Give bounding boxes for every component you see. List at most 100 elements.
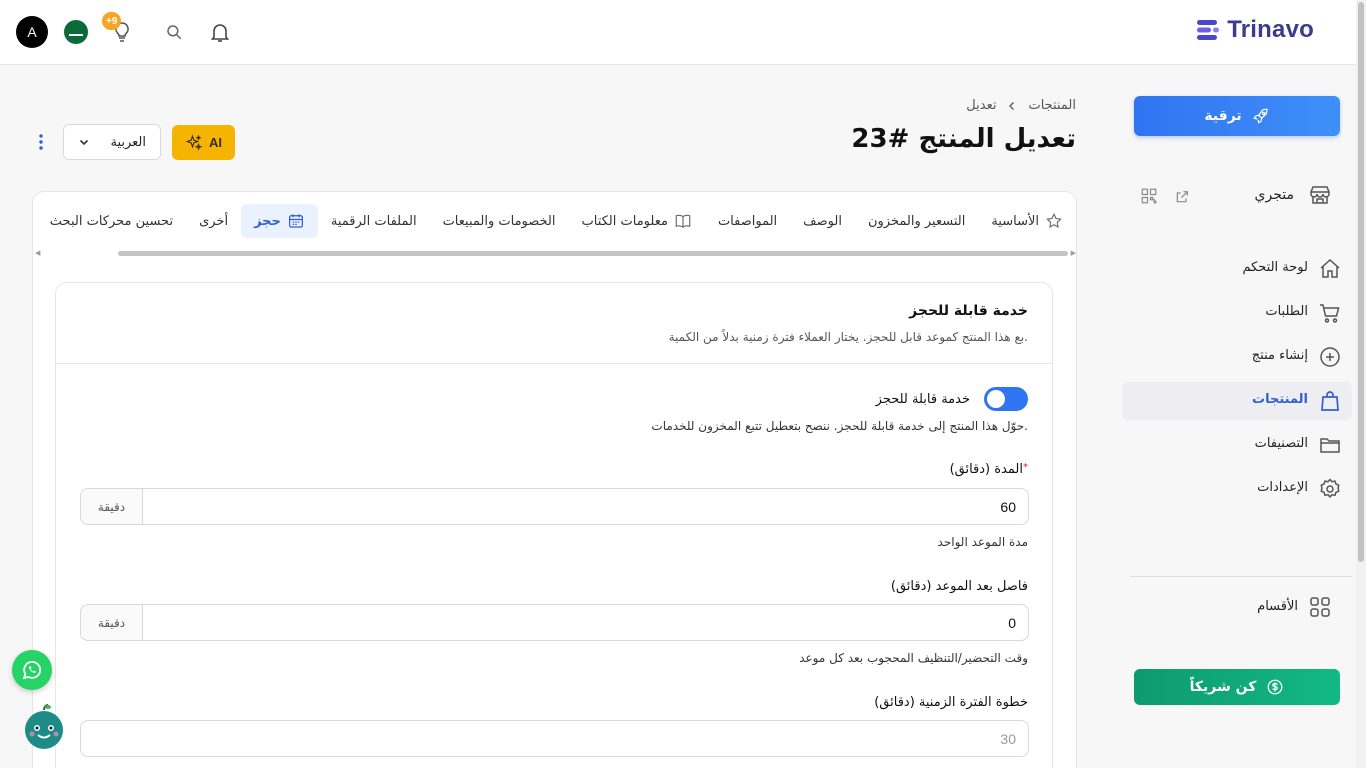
sidebar-item-create-product[interactable]: إنشاء منتج bbox=[1122, 338, 1352, 376]
required-mark: * bbox=[1023, 462, 1028, 473]
buffer-value: 0 bbox=[1008, 615, 1016, 631]
duration-input[interactable]: 60 دقيقة bbox=[80, 488, 1029, 525]
upgrade-button[interactable]: ترقية bbox=[1134, 96, 1340, 136]
scroll-right-icon[interactable]: ▶ bbox=[1071, 249, 1076, 257]
sidebar-divider bbox=[1130, 576, 1352, 577]
breadcrumb: المنتجات تعديل bbox=[966, 98, 1076, 113]
breadcrumb-products[interactable]: المنتجات bbox=[1028, 98, 1076, 113]
assistant-mascot-icon[interactable] bbox=[22, 704, 66, 750]
ai-label: AI bbox=[209, 135, 222, 150]
sidebar-item-label: إنشاء منتج bbox=[1251, 348, 1308, 363]
sidebar-item-products[interactable]: المنتجات bbox=[1122, 382, 1352, 420]
tab-book-info[interactable]: معلومات الكتاب bbox=[569, 204, 705, 238]
tab-label: الأساسية bbox=[991, 213, 1039, 229]
dollar-icon bbox=[1267, 679, 1283, 695]
sidebar-item-sections[interactable]: الأقسام bbox=[1122, 589, 1352, 625]
external-link-icon[interactable] bbox=[1174, 189, 1190, 205]
star-icon bbox=[1046, 212, 1062, 228]
store-icon bbox=[1310, 186, 1330, 204]
slot-step-placeholder: 30 bbox=[1000, 731, 1016, 747]
tab-basic[interactable]: الأساسية bbox=[978, 204, 1076, 238]
my-store-label: متجري bbox=[1254, 187, 1294, 203]
sidebar-item-label: الإعدادات bbox=[1257, 480, 1308, 495]
language-value: العربية bbox=[110, 134, 146, 150]
cart-icon bbox=[1320, 304, 1340, 323]
top-bar: Trinavo A +9 bbox=[0, 0, 1356, 65]
gear-icon bbox=[1320, 478, 1340, 499]
language-select[interactable]: العربية bbox=[63, 124, 161, 160]
ai-button[interactable]: AI bbox=[172, 125, 235, 160]
sidebar-item-categories[interactable]: التصنيفات bbox=[1122, 426, 1352, 464]
slot-step-label: خطوة الفترة الزمنية (دقائق) bbox=[874, 695, 1028, 710]
toggle-help-text: حوّل هذا المنتج إلى خدمة قابلة للحجز. نن… bbox=[651, 419, 1028, 433]
tab-label: حجز bbox=[254, 213, 281, 229]
tab-description[interactable]: الوصف bbox=[790, 204, 855, 238]
buffer-label: فاصل بعد الموعد (دقائق) bbox=[890, 579, 1028, 594]
duration-label-text: المدة (دقائق) bbox=[949, 462, 1023, 477]
sidebar-item-label: الأقسام bbox=[1257, 599, 1298, 614]
tab-label: الوصف bbox=[803, 213, 842, 229]
trinavo-logo-icon bbox=[1197, 20, 1220, 40]
buffer-help: وقت التحضير/التنظيف المحجوب بعد كل موعد bbox=[799, 651, 1028, 665]
buffer-unit: دقيقة bbox=[81, 605, 143, 640]
bookable-toggle[interactable] bbox=[984, 387, 1028, 411]
folder-icon bbox=[1320, 438, 1340, 453]
brand-logo[interactable]: Trinavo bbox=[1195, 16, 1314, 44]
tab-discounts-sales[interactable]: الخصومات والمبيعات bbox=[430, 204, 569, 238]
rocket-icon bbox=[1252, 108, 1268, 124]
bag-icon bbox=[1321, 391, 1339, 411]
tabs-scrollbar[interactable]: ◀ ▶ bbox=[33, 248, 1076, 258]
tab-digital-files[interactable]: الملفات الرقمية bbox=[318, 204, 430, 238]
bookable-toggle-row: خدمة قابلة للحجز bbox=[876, 387, 1028, 411]
search-icon[interactable] bbox=[165, 23, 183, 41]
sidebar-item-dashboard[interactable]: لوحة التحكم bbox=[1122, 250, 1352, 288]
tab-pricing-inventory[interactable]: التسعير والمخزون bbox=[855, 204, 978, 238]
duration-help: مدة الموعد الواحد bbox=[937, 535, 1028, 549]
breadcrumb-edit: تعديل bbox=[966, 98, 997, 113]
duration-unit: دقيقة bbox=[81, 489, 143, 524]
brand-name: Trinavo bbox=[1227, 16, 1314, 43]
grid-icon bbox=[1310, 597, 1330, 617]
whatsapp-button[interactable] bbox=[12, 650, 52, 690]
product-tabs: الأساسية التسعير والمخزون الوصف المواصفا… bbox=[37, 192, 1076, 250]
sparkles-icon bbox=[185, 134, 203, 151]
user-avatar[interactable]: A bbox=[16, 16, 48, 48]
bell-icon[interactable] bbox=[208, 20, 232, 44]
section-title: خدمة قابلة للحجز bbox=[909, 303, 1028, 319]
my-store-row[interactable]: متجري bbox=[1122, 181, 1352, 211]
tab-label: الخصومات والمبيعات bbox=[442, 213, 556, 229]
page-title: تعديل المنتج #23 bbox=[851, 124, 1076, 154]
slot-step-input[interactable]: 30 bbox=[80, 720, 1029, 757]
sidebar-item-settings[interactable]: الإعدادات bbox=[1122, 470, 1352, 508]
page-scrollbar[interactable] bbox=[1356, 0, 1366, 768]
booking-section-header: خدمة قابلة للحجز بع هذا المنتج كموعد قاب… bbox=[56, 283, 1052, 364]
more-options-icon[interactable] bbox=[34, 132, 48, 152]
tab-label: الملفات الرقمية bbox=[330, 213, 417, 229]
tab-label: التسعير والمخزون bbox=[867, 213, 966, 229]
sidebar-item-label: التصنيفات bbox=[1254, 436, 1308, 451]
sidebar-item-label: لوحة التحكم bbox=[1242, 260, 1308, 275]
product-edit-card: الأساسية التسعير والمخزون الوصف المواصفا… bbox=[32, 191, 1077, 768]
tab-specifications[interactable]: المواصفات bbox=[705, 204, 790, 238]
sidebar-nav: لوحة التحكم الطلبات إنشاء منتج المنتجات … bbox=[1122, 250, 1352, 514]
buffer-input[interactable]: 0 دقيقة bbox=[80, 604, 1029, 641]
whatsapp-icon bbox=[22, 661, 42, 680]
tab-seo[interactable]: تحسين محركات البحث bbox=[37, 204, 186, 238]
tab-booking[interactable]: حجز bbox=[241, 204, 318, 238]
qr-code-icon[interactable] bbox=[1140, 187, 1158, 205]
duration-label: المدة (دقائق)* bbox=[950, 462, 1028, 477]
duration-value: 60 bbox=[1000, 499, 1016, 515]
tab-label: معلومات الكتاب bbox=[581, 213, 668, 229]
chevron-left-icon bbox=[1009, 101, 1015, 110]
section-description: بع هذا المنتج كموعد قابل للحجز. يختار ال… bbox=[668, 330, 1028, 344]
book-icon bbox=[675, 214, 691, 229]
calendar-icon bbox=[288, 214, 303, 228]
scroll-left-icon[interactable]: ◀ bbox=[35, 249, 40, 257]
tab-label: المواصفات bbox=[717, 213, 778, 229]
tab-other[interactable]: أخرى bbox=[186, 204, 241, 238]
tabs-scroll-thumb[interactable] bbox=[118, 251, 1068, 256]
become-partner-button[interactable]: كن شريكاً bbox=[1134, 669, 1340, 705]
tab-label: تحسين محركات البحث bbox=[49, 213, 174, 229]
sidebar-item-orders[interactable]: الطلبات bbox=[1122, 294, 1352, 332]
saudi-flag-icon[interactable] bbox=[64, 20, 88, 44]
